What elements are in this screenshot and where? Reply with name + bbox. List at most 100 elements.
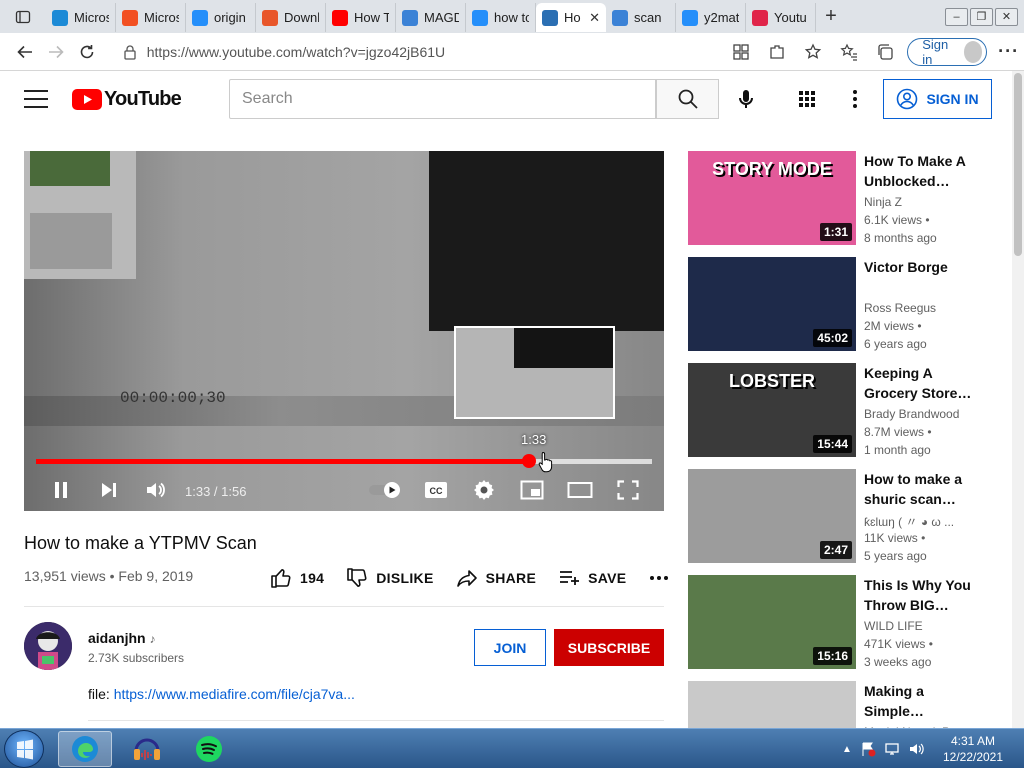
captions-button[interactable]: CC: [423, 477, 449, 503]
video-duration: 15:44: [813, 435, 852, 453]
browser-tab[interactable]: origin: [186, 3, 256, 32]
page-scrollbar[interactable]: [1012, 71, 1024, 728]
browser-tab[interactable]: how to: [466, 3, 536, 32]
back-button[interactable]: [10, 34, 41, 70]
pause-button[interactable]: [46, 477, 76, 503]
browser-menu-button[interactable]: ···: [993, 34, 1024, 70]
browser-tab[interactable]: Micros: [46, 3, 116, 32]
recommended-video[interactable]: 2:47 How to make a shuric scan… ƙɛƖɯŋ ( 〃 …: [688, 469, 988, 563]
settings-button[interactable]: [471, 477, 497, 503]
channel-name[interactable]: ƙɛƖɯŋ ( 〃 ◕ ω ...: [864, 513, 954, 530]
share-button[interactable]: SHARE: [456, 567, 537, 589]
browser-tab[interactable]: How T: [326, 3, 396, 32]
restore-button[interactable]: ❐: [970, 7, 993, 26]
video-title[interactable]: This Is Why You Throw BIG…: [864, 575, 974, 615]
taskbar-clock[interactable]: 4:31 AM 12/22/2021: [940, 733, 1006, 765]
miniplayer-button[interactable]: [519, 477, 545, 503]
like-button[interactable]: 194: [270, 567, 324, 589]
video-thumbnail[interactable]: [688, 681, 856, 728]
bing-icon: [682, 9, 698, 26]
browser-tab[interactable]: Youtu: [746, 3, 816, 32]
video-thumbnail[interactable]: 15:16: [688, 575, 856, 669]
tab-actions-button[interactable]: [0, 0, 46, 33]
seek-bar[interactable]: [36, 454, 652, 468]
taskbar-spotify-button[interactable]: [182, 731, 236, 767]
video-title[interactable]: Making a Simple…: [864, 681, 974, 721]
browser-tab[interactable]: y2mat: [676, 3, 746, 32]
channel-name[interactable]: WILD LIFE: [864, 619, 923, 633]
mute-button[interactable]: [140, 477, 170, 503]
minimize-button[interactable]: –: [945, 7, 968, 26]
recommended-video[interactable]: 45:02 Victor Borge Ross Reegus 2M views • 6 …: [688, 257, 988, 351]
video-title[interactable]: How to make a shuric scan…: [864, 469, 974, 509]
thumbs-up-icon: [271, 569, 291, 588]
settings-menu-button[interactable]: [843, 87, 867, 111]
voice-search-button[interactable]: [734, 87, 758, 111]
more-actions-button[interactable]: [648, 567, 670, 589]
refresh-button[interactable]: [72, 34, 103, 70]
new-tab-button[interactable]: +: [816, 5, 846, 28]
video-thumbnail[interactable]: 2:47: [688, 469, 856, 563]
browser-tab[interactable]: Ho ✕: [536, 3, 606, 32]
recommended-video[interactable]: Making a Simple…Maciej Nowak Pr…: [688, 681, 988, 728]
taskbar-audacity-button[interactable]: [120, 731, 174, 767]
browser-tab[interactable]: Micros: [116, 3, 186, 32]
channel-name[interactable]: aidanjhn ♪: [88, 630, 155, 646]
scrollbar-thumb[interactable]: [1014, 73, 1022, 256]
youtube-apps-button[interactable]: [795, 87, 819, 111]
seek-bar-handle[interactable]: [521, 454, 536, 468]
youtube-logo[interactable]: YouTube: [72, 88, 182, 111]
swirl-icon: [402, 9, 418, 26]
channel-name[interactable]: Ninja Z: [864, 195, 902, 209]
video-title[interactable]: Victor Borge: [864, 257, 974, 277]
favorites-button[interactable]: [833, 36, 865, 68]
channel-name[interactable]: Brady Brandwood: [864, 407, 959, 421]
show-hidden-icons-button[interactable]: ▲: [842, 744, 852, 755]
search-button[interactable]: [656, 79, 719, 119]
browser-tab[interactable]: scan: [606, 3, 676, 32]
fullscreen-button[interactable]: [615, 477, 641, 503]
recommended-video[interactable]: 15:16 This Is Why You Throw BIG… WILD LIFE…: [688, 575, 988, 669]
video-thumbnail[interactable]: 45:02: [688, 257, 856, 351]
network-icon[interactable]: [884, 741, 900, 757]
theater-mode-button[interactable]: [566, 477, 594, 503]
video-title: How to make a YTPMV Scan: [24, 533, 257, 553]
video-thumbnail[interactable]: STORY MODE 1:31: [688, 151, 856, 245]
next-button[interactable]: [94, 477, 124, 503]
video-title[interactable]: Keeping A Grocery Store…: [864, 363, 974, 403]
search-input[interactable]: Search: [229, 79, 656, 119]
tab-actions-icon: [15, 10, 31, 23]
volume-tray-icon[interactable]: [908, 741, 924, 757]
join-button[interactable]: JOIN: [474, 629, 546, 666]
description-link[interactable]: https://www.mediafire.com/file/cja7va...: [114, 686, 355, 702]
video-thumbnail[interactable]: LOBSTER 15:44: [688, 363, 856, 457]
recommended-video[interactable]: LOBSTER 15:44 Keeping A Grocery Store… Brad…: [688, 363, 988, 457]
guide-menu-button[interactable]: [24, 90, 48, 108]
youtube-sign-in-button[interactable]: SIGN IN: [883, 79, 992, 119]
app-available-button[interactable]: [725, 36, 757, 68]
forward-button[interactable]: [41, 34, 72, 70]
extensions-button[interactable]: [761, 36, 793, 68]
channel-name[interactable]: Ross Reegus: [864, 301, 936, 315]
browser-tab[interactable]: Downl: [256, 3, 326, 32]
video-title[interactable]: How To Make A Unblocked…: [864, 151, 974, 191]
video-player[interactable]: 00:00:00;30 1:33 1:33 / 1:56 CC: [24, 151, 664, 511]
recommended-video[interactable]: STORY MODE 1:31 How To Make A Unblocked… Ni…: [688, 151, 988, 245]
taskbar-edge-button[interactable]: [58, 731, 112, 767]
save-button[interactable]: SAVE: [558, 567, 626, 589]
url-field[interactable]: https://www.youtube.com/watch?v=jgzo42jB…: [112, 36, 726, 67]
close-tab-icon[interactable]: ✕: [589, 10, 600, 26]
browser-sign-in-button[interactable]: Sign in: [907, 37, 988, 67]
youtube-header: YouTube Search SIGN IN: [0, 71, 1012, 127]
subscribe-button[interactable]: SUBSCRIBE: [554, 629, 664, 666]
action-center-flag-icon[interactable]: [860, 741, 876, 757]
start-button[interactable]: [4, 730, 44, 768]
autoplay-toggle[interactable]: [368, 477, 402, 503]
puzzle-icon: [770, 44, 784, 59]
collections-button[interactable]: [869, 36, 901, 68]
channel-avatar[interactable]: [24, 622, 72, 670]
browser-tab[interactable]: MAGD: [396, 3, 466, 32]
dislike-button[interactable]: DISLIKE: [346, 567, 433, 589]
close-window-button[interactable]: ✕: [995, 7, 1018, 26]
add-favorite-button[interactable]: [797, 36, 829, 68]
